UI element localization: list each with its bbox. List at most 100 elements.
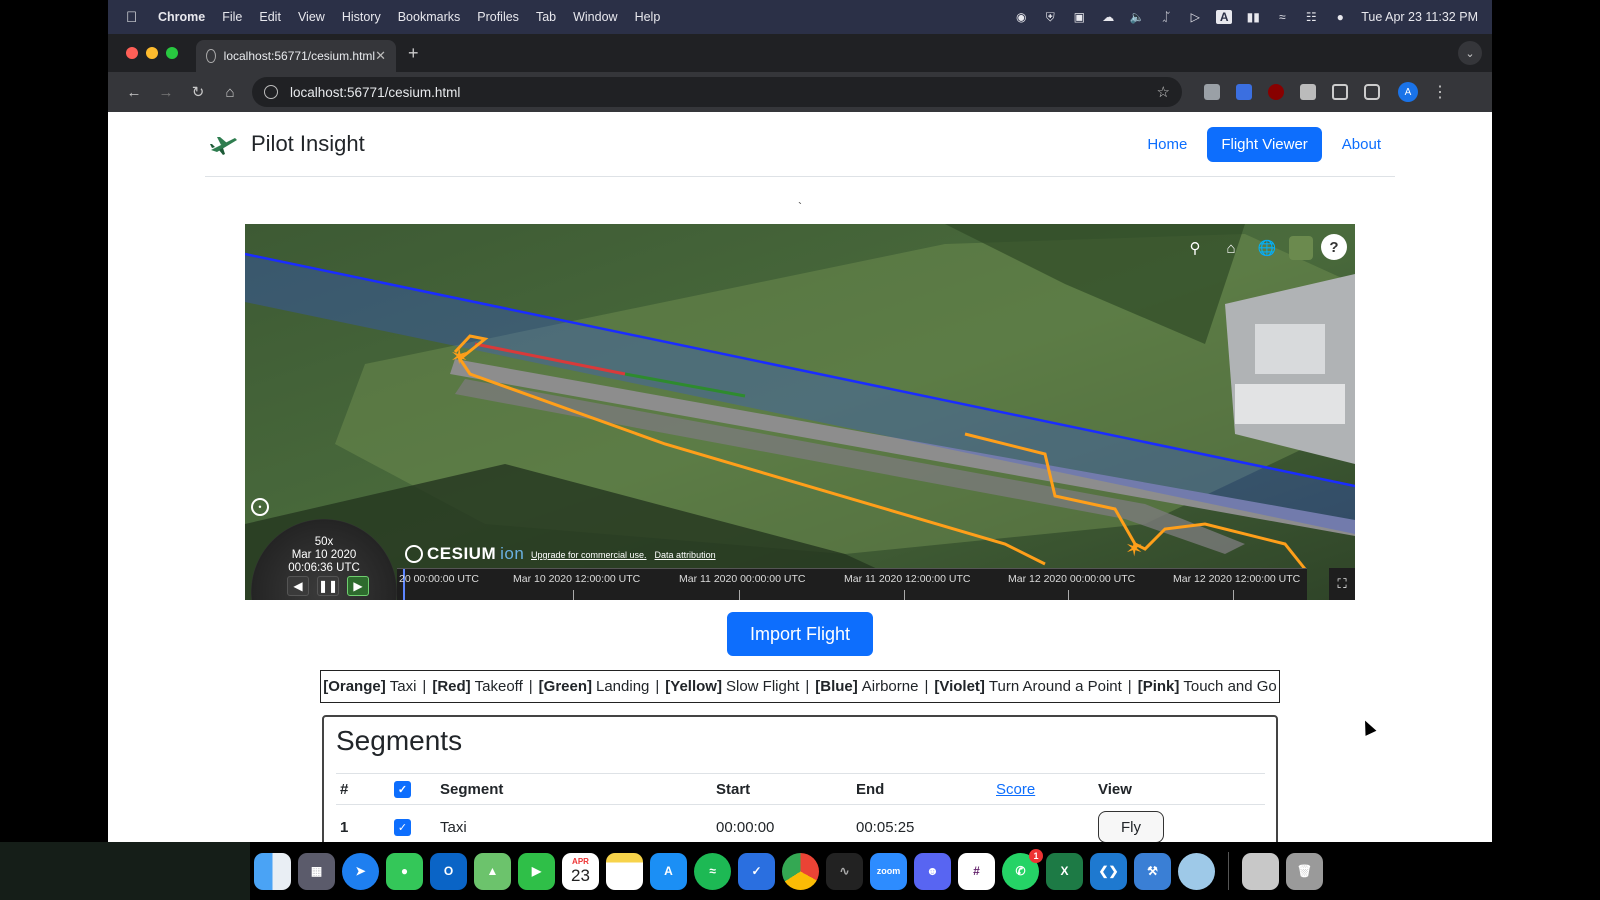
menu-profiles[interactable]: Profiles (477, 10, 519, 24)
messages-icon[interactable]: ● (386, 852, 423, 890)
calendar-icon[interactable]: APR 23 (562, 852, 599, 890)
address-bar[interactable]: localhost:56771/cesium.html ☆ (252, 77, 1182, 107)
cloud-icon[interactable]: ☁ (1100, 10, 1116, 24)
menu-bookmarks[interactable]: Bookmarks (398, 10, 461, 24)
imagery-icon[interactable] (1289, 236, 1313, 260)
site-info-icon[interactable] (264, 85, 278, 99)
select-all-checkbox[interactable]: ✓ (394, 781, 411, 798)
menu-history[interactable]: History (342, 10, 381, 24)
tab-search-icon[interactable]: ⌄ (1458, 41, 1482, 65)
play-icon[interactable]: ▶ (347, 576, 369, 596)
app-store-icon[interactable]: A (650, 852, 687, 890)
zoom-window-button[interactable] (166, 47, 178, 59)
close-tab-icon[interactable]: ✕ (375, 48, 386, 64)
desktop-wallpaper-strip (0, 842, 250, 900)
screenshot-icon[interactable]: ▣ (1071, 10, 1087, 24)
url-text[interactable]: localhost:56771/cesium.html (290, 85, 460, 100)
profile-avatar[interactable]: A (1398, 82, 1418, 102)
fullscreen-icon[interactable]: ⛶ (1329, 568, 1355, 600)
play-icon[interactable]: ▷ (1187, 10, 1203, 24)
menu-edit[interactable]: Edit (259, 10, 281, 24)
menu-app-name[interactable]: Chrome (158, 10, 205, 24)
safari-icon[interactable]: ➤ (342, 852, 379, 890)
home-icon[interactable]: ⌂ (1217, 234, 1245, 262)
zoom-app-icon[interactable]: zoom (870, 852, 907, 890)
apple-menu-icon[interactable]:  (126, 9, 148, 26)
facetime-icon[interactable]: ▶ (518, 852, 555, 890)
shield-icon[interactable]: ⛨ (1042, 10, 1058, 24)
volume-icon[interactable]: 🔈 (1129, 10, 1145, 24)
screen-sharing-icon[interactable] (1178, 852, 1215, 890)
menu-file[interactable]: File (222, 10, 242, 24)
brand[interactable]: Pilot Insight (209, 131, 365, 157)
import-flight-button[interactable]: Import Flight (727, 612, 873, 656)
extension-1-icon[interactable] (1204, 84, 1220, 100)
browser-tab[interactable]: localhost:56771/cesium.html ✕ (196, 40, 396, 72)
chrome-icon[interactable] (782, 852, 819, 890)
fly-button[interactable]: Fly (1098, 811, 1164, 842)
timeline[interactable]: 20 00:00:00 UTC Mar 10 2020 12:00:00 UTC… (397, 568, 1307, 600)
chrome-menu-icon[interactable]: ⋮ (1432, 82, 1448, 102)
menu-tab[interactable]: Tab (536, 10, 556, 24)
excel-icon[interactable]: X (1046, 852, 1083, 890)
activity-monitor-icon[interactable]: ∿ (826, 852, 863, 890)
vscode-icon[interactable]: ❮❯ (1090, 852, 1127, 890)
data-attribution-link[interactable]: Data attribution (655, 550, 716, 560)
input-source-icon[interactable]: A (1216, 10, 1233, 24)
minimize-window-button[interactable] (146, 47, 158, 59)
nav-home[interactable]: Home (1133, 127, 1201, 162)
back-icon[interactable]: ← (118, 84, 150, 101)
outlook-icon[interactable]: O (430, 852, 467, 890)
help-icon[interactable]: ? (1321, 234, 1347, 260)
pause-icon[interactable]: ❚❚ (317, 576, 339, 596)
new-tab-button[interactable]: + (408, 43, 419, 64)
ublock-icon[interactable] (1268, 84, 1284, 100)
aircraft-marker-1: ✶ (450, 344, 468, 369)
control-center-icon[interactable]: ☷ (1303, 10, 1319, 24)
nav-about[interactable]: About (1328, 127, 1395, 162)
extensions-puzzle-icon[interactable] (1364, 84, 1380, 100)
spotify-icon[interactable]: ≈ (694, 852, 731, 890)
finder-icon[interactable] (254, 852, 291, 890)
forward-icon[interactable]: → (150, 84, 182, 101)
row-checkbox[interactable]: ✓ (394, 819, 411, 836)
bluetooth-icon[interactable]: ᛢ (1158, 10, 1174, 24)
search-icon[interactable]: ⚲ (1181, 234, 1209, 262)
rewind-icon[interactable]: ◀ (287, 576, 309, 596)
menu-help[interactable]: Help (635, 10, 661, 24)
wifi-icon[interactable]: ≈ (1274, 10, 1290, 24)
battery-icon[interactable]: ▮▮ (1245, 10, 1261, 24)
nav-flight-viewer[interactable]: Flight Viewer (1207, 126, 1322, 162)
notes-icon[interactable] (606, 852, 643, 890)
menubar-clock[interactable]: Tue Apr 23 11:32 PM (1361, 10, 1478, 24)
reload-icon[interactable]: ↻ (182, 83, 214, 101)
record-icon[interactable]: ◉ (1013, 10, 1029, 24)
score-sort-link[interactable]: Score (996, 781, 1035, 798)
slack-icon[interactable]: # (958, 852, 995, 890)
row-score (992, 804, 1094, 842)
whatsapp-icon[interactable]: ✆ 1 (1002, 848, 1043, 890)
siri-icon[interactable]: ● (1332, 10, 1348, 24)
xcode-icon[interactable]: ⚒ (1134, 852, 1171, 890)
globe-icon[interactable]: 🌐 (1253, 234, 1281, 262)
extension-4-icon[interactable] (1300, 84, 1316, 100)
cesium-viewer[interactable]: ✶ ✶ ⚲ ⌂ 🌐 ? • 50x Mar 10 2020 00:06:36 U… (245, 224, 1355, 600)
bookmark-star-icon[interactable]: ☆ (1157, 83, 1170, 101)
cesium-ion-logo[interactable]: CESIUM ion (405, 544, 524, 564)
discord-icon[interactable]: ☻ (914, 852, 951, 890)
animation-widget[interactable]: 50x Mar 10 2020 00:06:36 UTC ◀ ❚❚ ▶ (251, 499, 397, 600)
menubar-status-area: ◉ ⛨ ▣ ☁ 🔈 ᛢ ▷ A ▮▮ ≈ ☷ ● Tue Apr 23 11:3… (1013, 10, 1492, 24)
trash-icon[interactable]: 🗑 (1286, 852, 1323, 890)
upgrade-link[interactable]: Upgrade for commercial use. (531, 550, 647, 560)
downloads-stack-icon[interactable] (1242, 852, 1279, 890)
menu-window[interactable]: Window (573, 10, 617, 24)
launchpad-icon[interactable]: ▦ (298, 852, 335, 890)
close-window-button[interactable] (126, 47, 138, 59)
home-icon[interactable]: ⌂ (214, 84, 246, 101)
tasks-icon[interactable]: ✓ (738, 852, 775, 890)
extension-2-icon[interactable] (1236, 84, 1252, 100)
maps-icon[interactable]: ▲ (474, 852, 511, 890)
extension-5-icon[interactable] (1332, 84, 1348, 100)
menu-view[interactable]: View (298, 10, 325, 24)
timeline-label: Mar 12 2020 12:00:00 UTC (1173, 573, 1301, 585)
